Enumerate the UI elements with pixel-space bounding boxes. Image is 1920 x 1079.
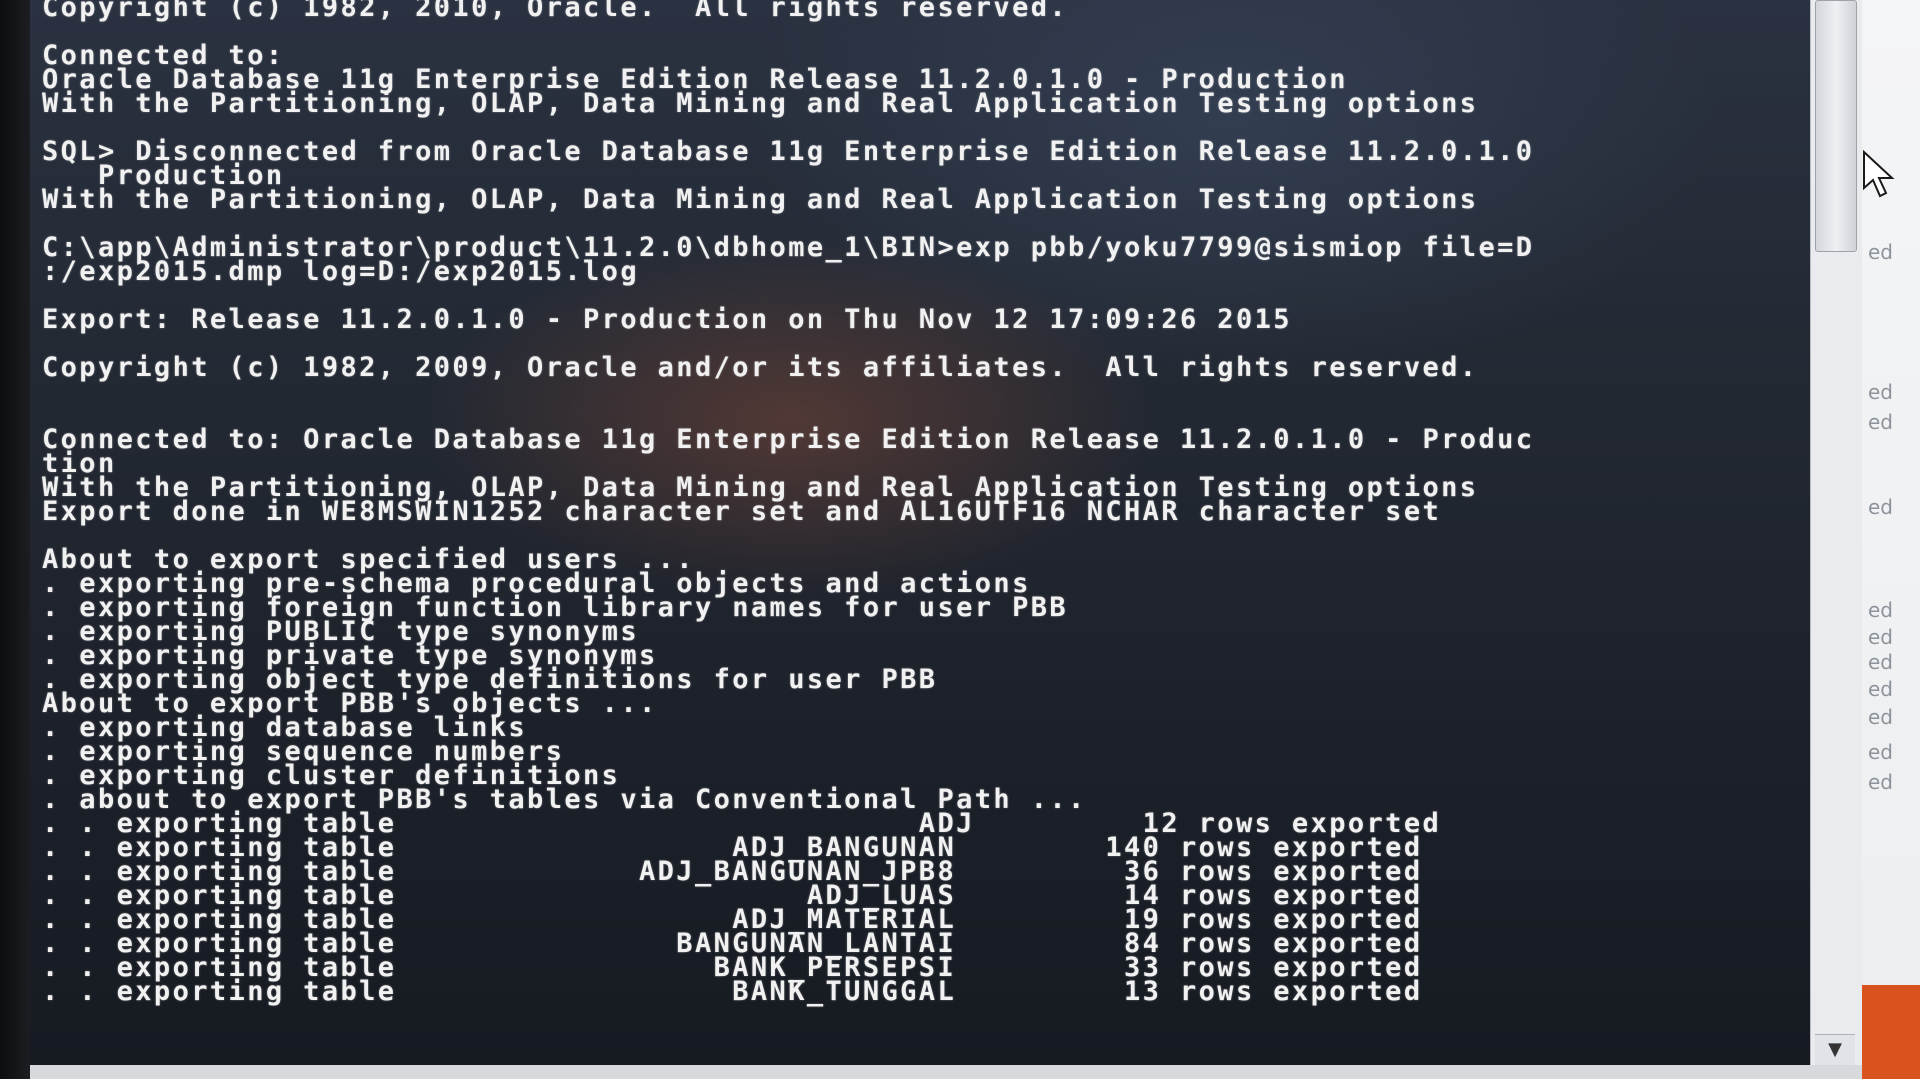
console-line: Copyright (c) 1982, 2009, Oracle and/or … xyxy=(42,352,1479,383)
console-line: With the Partitioning, OLAP, Data Mining… xyxy=(42,184,1479,215)
console-line: Export: Release 11.2.0.1.0 - Production … xyxy=(42,304,1292,335)
background-text-fragment: ed xyxy=(1868,625,1893,649)
console-line: Connected to: Oracle Database 11g Enterp… xyxy=(42,424,1535,455)
console-line: Export done in WE8MSWIN1252 character se… xyxy=(42,496,1442,527)
background-text-fragment: ed xyxy=(1868,240,1893,264)
console-output: Copyright (c) 1982, 2010, Oracle. All ri… xyxy=(42,0,1790,1065)
console-line: :/exp2015.dmp log=D:/exp2015.log xyxy=(42,256,639,287)
console-window[interactable]: Copyright (c) 1982, 2010, Oracle. All ri… xyxy=(30,0,1840,1065)
screen: Copyright (c) 1982, 2010, Oracle. All ri… xyxy=(0,0,1920,1079)
background-text-fragment: ed xyxy=(1868,705,1893,729)
background-text-fragment: ed xyxy=(1868,495,1893,519)
console-line: Copyright (c) 1982, 2010, Oracle. All ri… xyxy=(42,0,1069,23)
background-text-fragment: ed xyxy=(1868,770,1893,794)
background-text-fragment: ed xyxy=(1868,677,1893,701)
console-line: . . exporting table BANK_TUNGGAL 13 rows… xyxy=(42,976,1423,1007)
background-text-fragment: ed xyxy=(1868,598,1893,622)
background-text-fragment: ed xyxy=(1868,740,1893,764)
mouse-pointer-icon xyxy=(1863,150,1895,198)
window-bottom-edge xyxy=(30,1065,1862,1079)
taskbar-accent xyxy=(1862,985,1920,1079)
background-text-fragment: ed xyxy=(1868,650,1893,674)
console-line: SQL> Disconnected from Oracle Database 1… xyxy=(42,136,1535,167)
scrollbar-thumb[interactable] xyxy=(1815,0,1857,252)
background-text-fragment: ed xyxy=(1868,380,1893,404)
background-text-fragment: ed xyxy=(1868,410,1893,434)
console-line: With the Partitioning, OLAP, Data Mining… xyxy=(42,88,1479,119)
vertical-scrollbar[interactable]: ▼ xyxy=(1810,0,1863,1065)
scroll-down-arrow-icon[interactable]: ▼ xyxy=(1815,1034,1855,1065)
